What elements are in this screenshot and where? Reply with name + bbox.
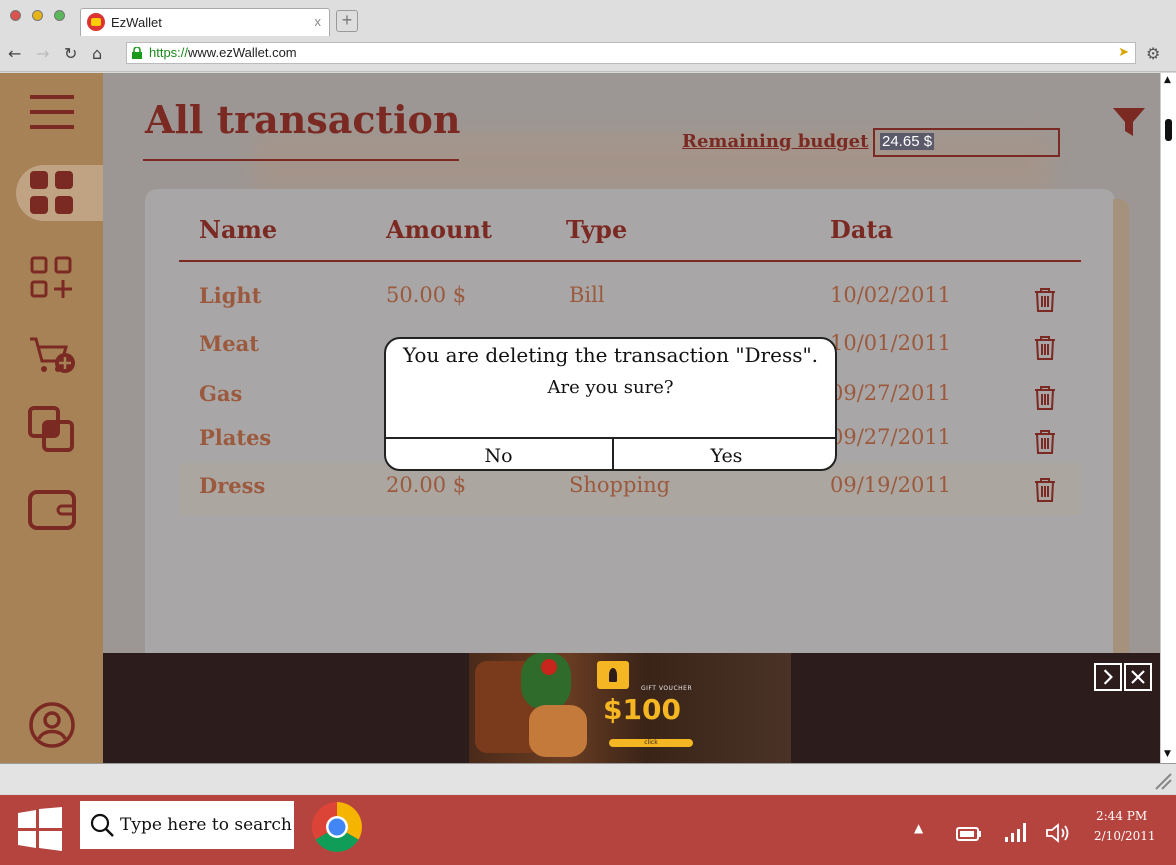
trash-icon[interactable] xyxy=(1034,287,1056,313)
add-to-cart-icon[interactable] xyxy=(28,335,76,377)
row-name: Gas xyxy=(199,381,243,406)
vertical-scrollbar[interactable]: ▲ ▼ xyxy=(1160,73,1176,763)
scroll-down-icon[interactable]: ▼ xyxy=(1164,749,1171,759)
url-protocol: https:// xyxy=(149,45,189,60)
ad-close-icon[interactable] xyxy=(1124,663,1152,691)
lock-icon xyxy=(132,47,142,59)
copy-squares-icon[interactable] xyxy=(28,406,76,454)
filter-funnel-icon[interactable] xyxy=(1112,107,1146,137)
window-maximize-dot[interactable] xyxy=(54,10,65,21)
scroll-up-icon[interactable]: ▲ xyxy=(1164,75,1171,85)
clock-date: 2/10/2011 xyxy=(1094,829,1156,843)
title-underline xyxy=(143,159,459,161)
url-text: https://www.ezWallet.com xyxy=(149,45,297,60)
user-profile-icon[interactable] xyxy=(28,701,76,749)
column-header-name: Name xyxy=(199,215,278,244)
row-name: Meat xyxy=(199,331,259,356)
row-name: Dress xyxy=(199,473,266,498)
battery-icon[interactable] xyxy=(956,827,982,841)
row-name: Light xyxy=(199,283,262,308)
ad-voucher-label: GIFT VOUCHER xyxy=(641,685,693,692)
address-bar[interactable]: https://www.ezWallet.com ➤ xyxy=(126,42,1136,64)
remaining-budget-link[interactable]: Remaining budget xyxy=(682,131,868,152)
ad-amount: $100 xyxy=(603,693,681,726)
no-button[interactable]: No xyxy=(386,439,611,469)
ad-logo-icon xyxy=(597,661,629,689)
row-name: Plates xyxy=(199,425,272,450)
dashboard-grid-icon[interactable] xyxy=(30,171,74,215)
tab-close-button[interactable]: x xyxy=(315,14,322,29)
row-date: 09/27/2011 xyxy=(830,425,952,449)
resize-grip-icon[interactable] xyxy=(1154,772,1172,790)
scrollbar-thumb[interactable] xyxy=(1165,119,1172,141)
new-tab-button[interactable]: + xyxy=(336,10,358,32)
page-title: All transaction xyxy=(145,97,461,142)
ad-image[interactable]: GIFT VOUCHER $100 click xyxy=(469,653,791,763)
url-domain: www.ezWallet.com xyxy=(188,45,297,60)
dialog-message: You are deleting the transaction "Dress"… xyxy=(402,343,819,367)
taskbar: Type here to search ▲ 2:44 PM 2/10/2011 xyxy=(0,795,1176,865)
table-row[interactable]: Light 50.00 $ Bill 10/02/2011 xyxy=(179,273,1081,325)
ad-food-carrot xyxy=(529,705,587,757)
tab-title: EzWallet xyxy=(111,15,162,30)
taskbar-search-input[interactable]: Type here to search xyxy=(80,801,294,849)
ad-banner: GIFT VOUCHER $100 click xyxy=(103,653,1160,763)
ad-click-button[interactable]: click xyxy=(609,739,693,747)
window-minimize-dot[interactable] xyxy=(32,10,43,21)
browser-tab[interactable]: EzWallet x xyxy=(80,8,330,36)
browser-status-bar xyxy=(0,763,1176,794)
dialog-question: Are you sure? xyxy=(547,377,674,398)
browser-toolbar: EzWallet x + ← → ↻ ⌂ https://www.ezWalle… xyxy=(0,0,1176,72)
forward-arrow-icon[interactable]: → xyxy=(36,44,49,63)
network-signal-icon[interactable] xyxy=(1004,821,1030,843)
row-date: 09/19/2011 xyxy=(830,473,952,497)
app-viewport: All transaction Remaining budget 24.65 $… xyxy=(0,73,1160,763)
settings-gear-icon[interactable]: ⚙ xyxy=(1146,44,1160,63)
header-divider xyxy=(179,260,1081,262)
row-date: 10/01/2011 xyxy=(830,331,952,355)
ad-food-tomato xyxy=(541,659,557,675)
volume-icon[interactable] xyxy=(1046,823,1072,843)
column-header-type: Type xyxy=(566,215,628,244)
clock-time: 2:44 PM xyxy=(1096,809,1148,823)
trash-icon[interactable] xyxy=(1034,429,1056,455)
tray-expand-icon[interactable]: ▲ xyxy=(914,821,923,835)
row-amount: 20.00 $ xyxy=(386,473,467,497)
add-category-icon[interactable] xyxy=(30,256,74,300)
row-type: Bill xyxy=(569,283,605,307)
row-type: Shopping xyxy=(569,473,671,497)
yes-button[interactable]: Yes xyxy=(612,439,835,469)
home-icon[interactable]: ⌂ xyxy=(92,44,102,63)
reload-icon[interactable]: ↻ xyxy=(64,44,77,63)
column-header-date: Data xyxy=(830,215,893,244)
remaining-budget-value: 24.65 $ xyxy=(880,133,935,150)
ezwallet-favicon-icon xyxy=(87,13,105,31)
chrome-browser-icon[interactable] xyxy=(310,800,364,854)
row-date: 10/02/2011 xyxy=(830,283,952,307)
window-close-dot[interactable] xyxy=(10,10,21,21)
sidebar xyxy=(0,73,103,763)
ad-next-icon[interactable] xyxy=(1094,663,1122,691)
row-amount: 50.00 $ xyxy=(386,283,467,307)
remaining-budget-field[interactable]: 24.65 $ xyxy=(873,128,1060,157)
search-placeholder: Type here to search xyxy=(120,815,292,835)
windows-start-icon[interactable] xyxy=(18,807,62,851)
trash-icon[interactable] xyxy=(1034,385,1056,411)
delete-confirmation-dialog: You are deleting the transaction "Dress"… xyxy=(384,337,837,471)
hamburger-menu-icon[interactable] xyxy=(30,93,74,131)
wallet-icon[interactable] xyxy=(28,490,76,530)
column-header-amount: Amount xyxy=(386,215,493,244)
row-date: 09/27/2011 xyxy=(830,381,952,405)
trash-icon[interactable] xyxy=(1034,335,1056,361)
search-icon xyxy=(90,813,114,837)
back-arrow-icon[interactable]: ← xyxy=(8,44,21,63)
bookmark-icon[interactable]: ➤ xyxy=(1118,45,1129,60)
trash-icon[interactable] xyxy=(1034,477,1056,503)
